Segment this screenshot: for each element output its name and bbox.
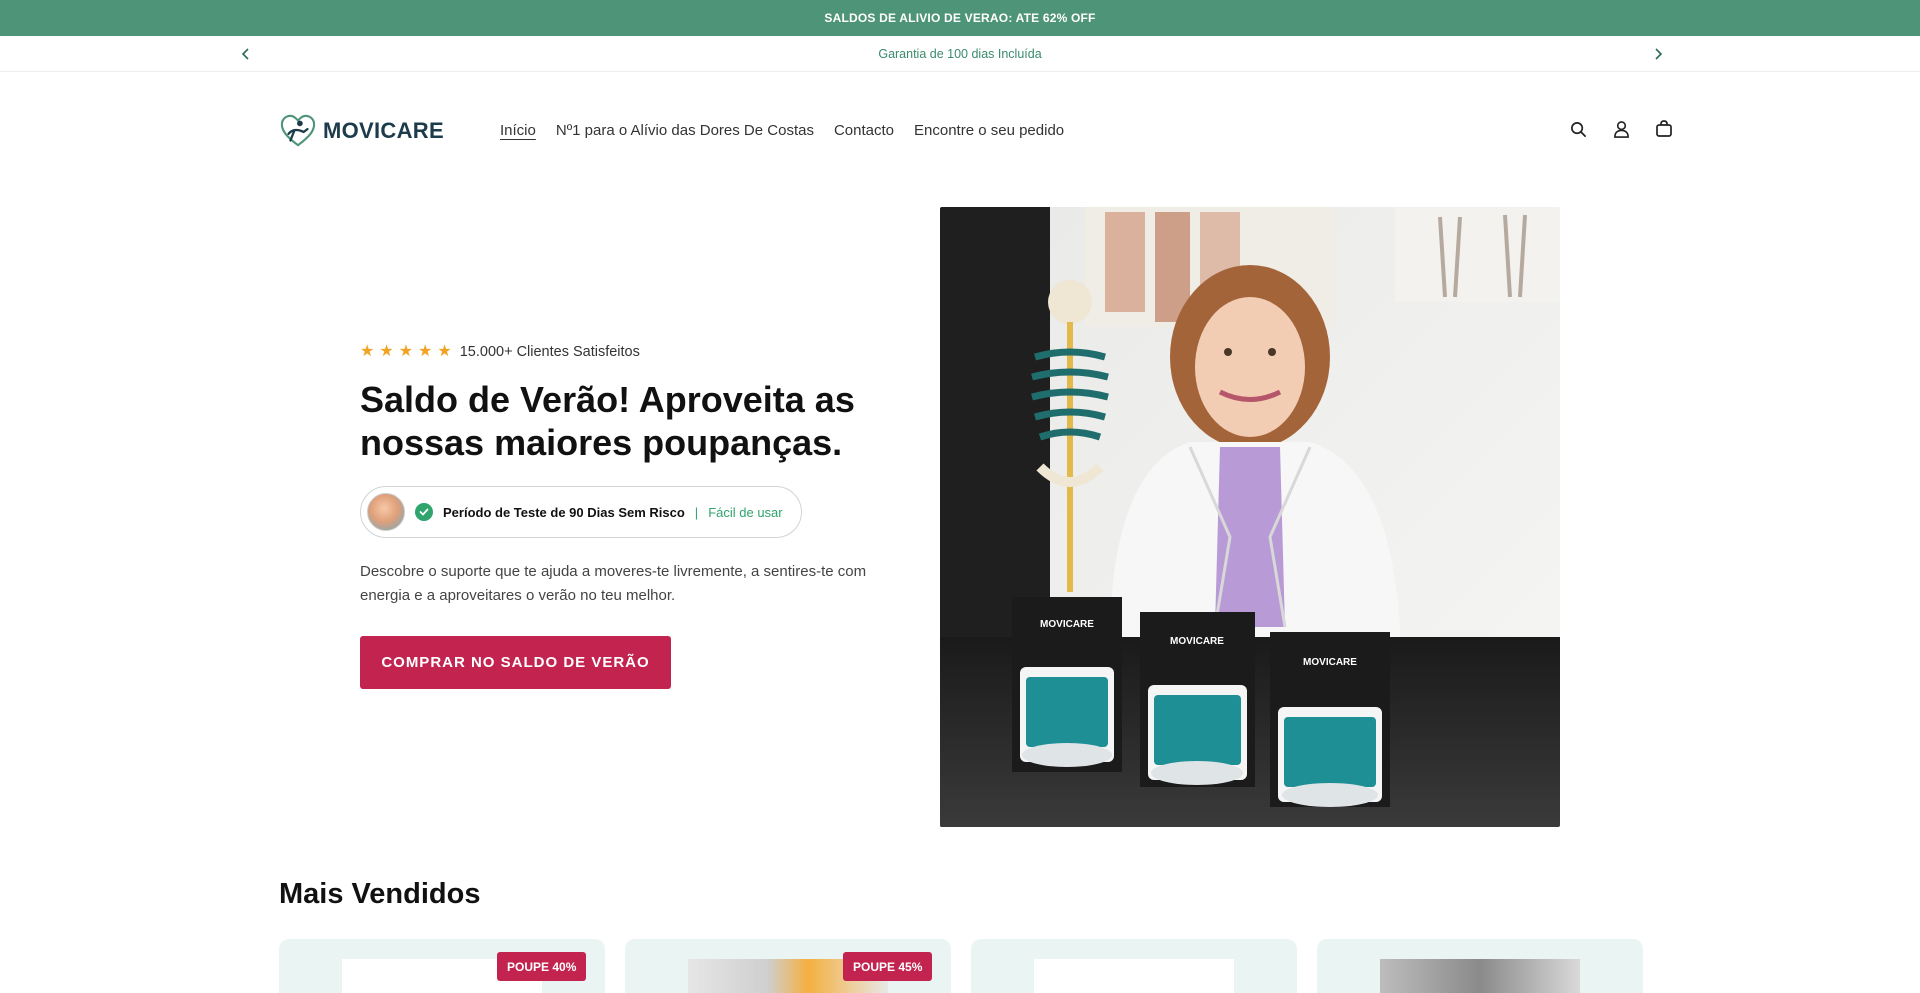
star-icon: ★ xyxy=(418,343,433,360)
best-sellers-title: Mais Vendidos xyxy=(279,878,481,910)
logo-text: MOVICARE xyxy=(323,118,444,143)
search-icon[interactable] xyxy=(1568,119,1588,139)
chevron-left-icon[interactable] xyxy=(236,44,256,64)
rating-row: ★ ★ ★ ★ ★ 15.000+ Clientes Satisfeitos xyxy=(360,344,900,361)
product-card[interactable] xyxy=(971,939,1297,993)
trust-period-text: Período de Teste de 90 Dias Sem Risco xyxy=(443,504,685,520)
star-icon: ★ xyxy=(360,343,375,360)
product-box-brand: MOVICARE xyxy=(1303,657,1357,668)
header-icons xyxy=(1568,119,1674,139)
announcement-bar: Garantia de 100 dias Incluída xyxy=(0,36,1920,72)
promo-bar: SALDOS DE ALIVIO DE VERAO: ATE 62% OFF xyxy=(0,0,1920,36)
nav-item-inicio[interactable]: Início xyxy=(500,122,536,139)
star-rating: ★ ★ ★ ★ ★ xyxy=(360,344,452,360)
logo[interactable]: MOVICARE xyxy=(279,113,444,149)
rating-text: 15.000+ Clientes Satisfeitos xyxy=(459,344,640,360)
discount-badge: POUPE 40% xyxy=(497,952,587,981)
check-circle-icon xyxy=(415,503,433,521)
announcement-text: Garantia de 100 dias Incluída xyxy=(878,46,1042,61)
discount-badge: POUPE 45% xyxy=(843,952,933,981)
product-card[interactable]: POUPE 40% xyxy=(279,939,605,993)
product-box-brand: MOVICARE xyxy=(1170,636,1224,647)
shop-summer-sale-button[interactable]: COMPRAR NO SALDO DE VERÃO xyxy=(360,636,671,689)
product-image xyxy=(1034,959,1234,993)
hero-description: Descobre o suporte que te ajuda a movere… xyxy=(360,563,867,604)
site-header: MOVICARE Início Nº1 para o Alívio das Do… xyxy=(0,73,1920,191)
logo-heart-icon xyxy=(280,114,316,147)
product-card[interactable]: POUPE 45% xyxy=(625,939,951,993)
hero-title: Saldo de Verão! Aproveita as nossas maio… xyxy=(360,379,855,463)
star-icon: ★ xyxy=(437,343,452,360)
hero-image: MOVICARE MOVICARE MOVICARE xyxy=(940,207,1560,827)
main-nav: Início Nº1 para o Alívio das Dores De Co… xyxy=(500,122,1064,139)
hero-content: ★ ★ ★ ★ ★ 15.000+ Clientes Satisfeitos S… xyxy=(360,344,900,689)
trust-easy-text: Fácil de usar xyxy=(708,504,783,520)
chevron-right-icon[interactable] xyxy=(1648,44,1668,64)
nav-item-alivio-dores[interactable]: Nº1 para o Alívio das Dores De Costas xyxy=(556,122,814,139)
avatar xyxy=(367,493,405,531)
product-box-brand: MOVICARE xyxy=(1040,619,1094,630)
trust-badge: Período de Teste de 90 Dias Sem Risco | … xyxy=(360,486,802,538)
best-sellers-list: POUPE 40% POUPE 45% xyxy=(279,939,1643,993)
trust-separator: | xyxy=(694,504,699,520)
product-image xyxy=(1380,959,1580,993)
nav-item-encontre-pedido[interactable]: Encontre o seu pedido xyxy=(914,122,1064,139)
product-card[interactable] xyxy=(1317,939,1643,993)
nav-item-contacto[interactable]: Contacto xyxy=(834,122,894,139)
promo-text: SALDOS DE ALIVIO DE VERAO: ATE 62% OFF xyxy=(824,11,1096,25)
star-icon: ★ xyxy=(379,343,394,360)
star-icon: ★ xyxy=(398,343,414,360)
account-icon[interactable] xyxy=(1611,119,1631,139)
cart-icon[interactable] xyxy=(1654,119,1674,139)
